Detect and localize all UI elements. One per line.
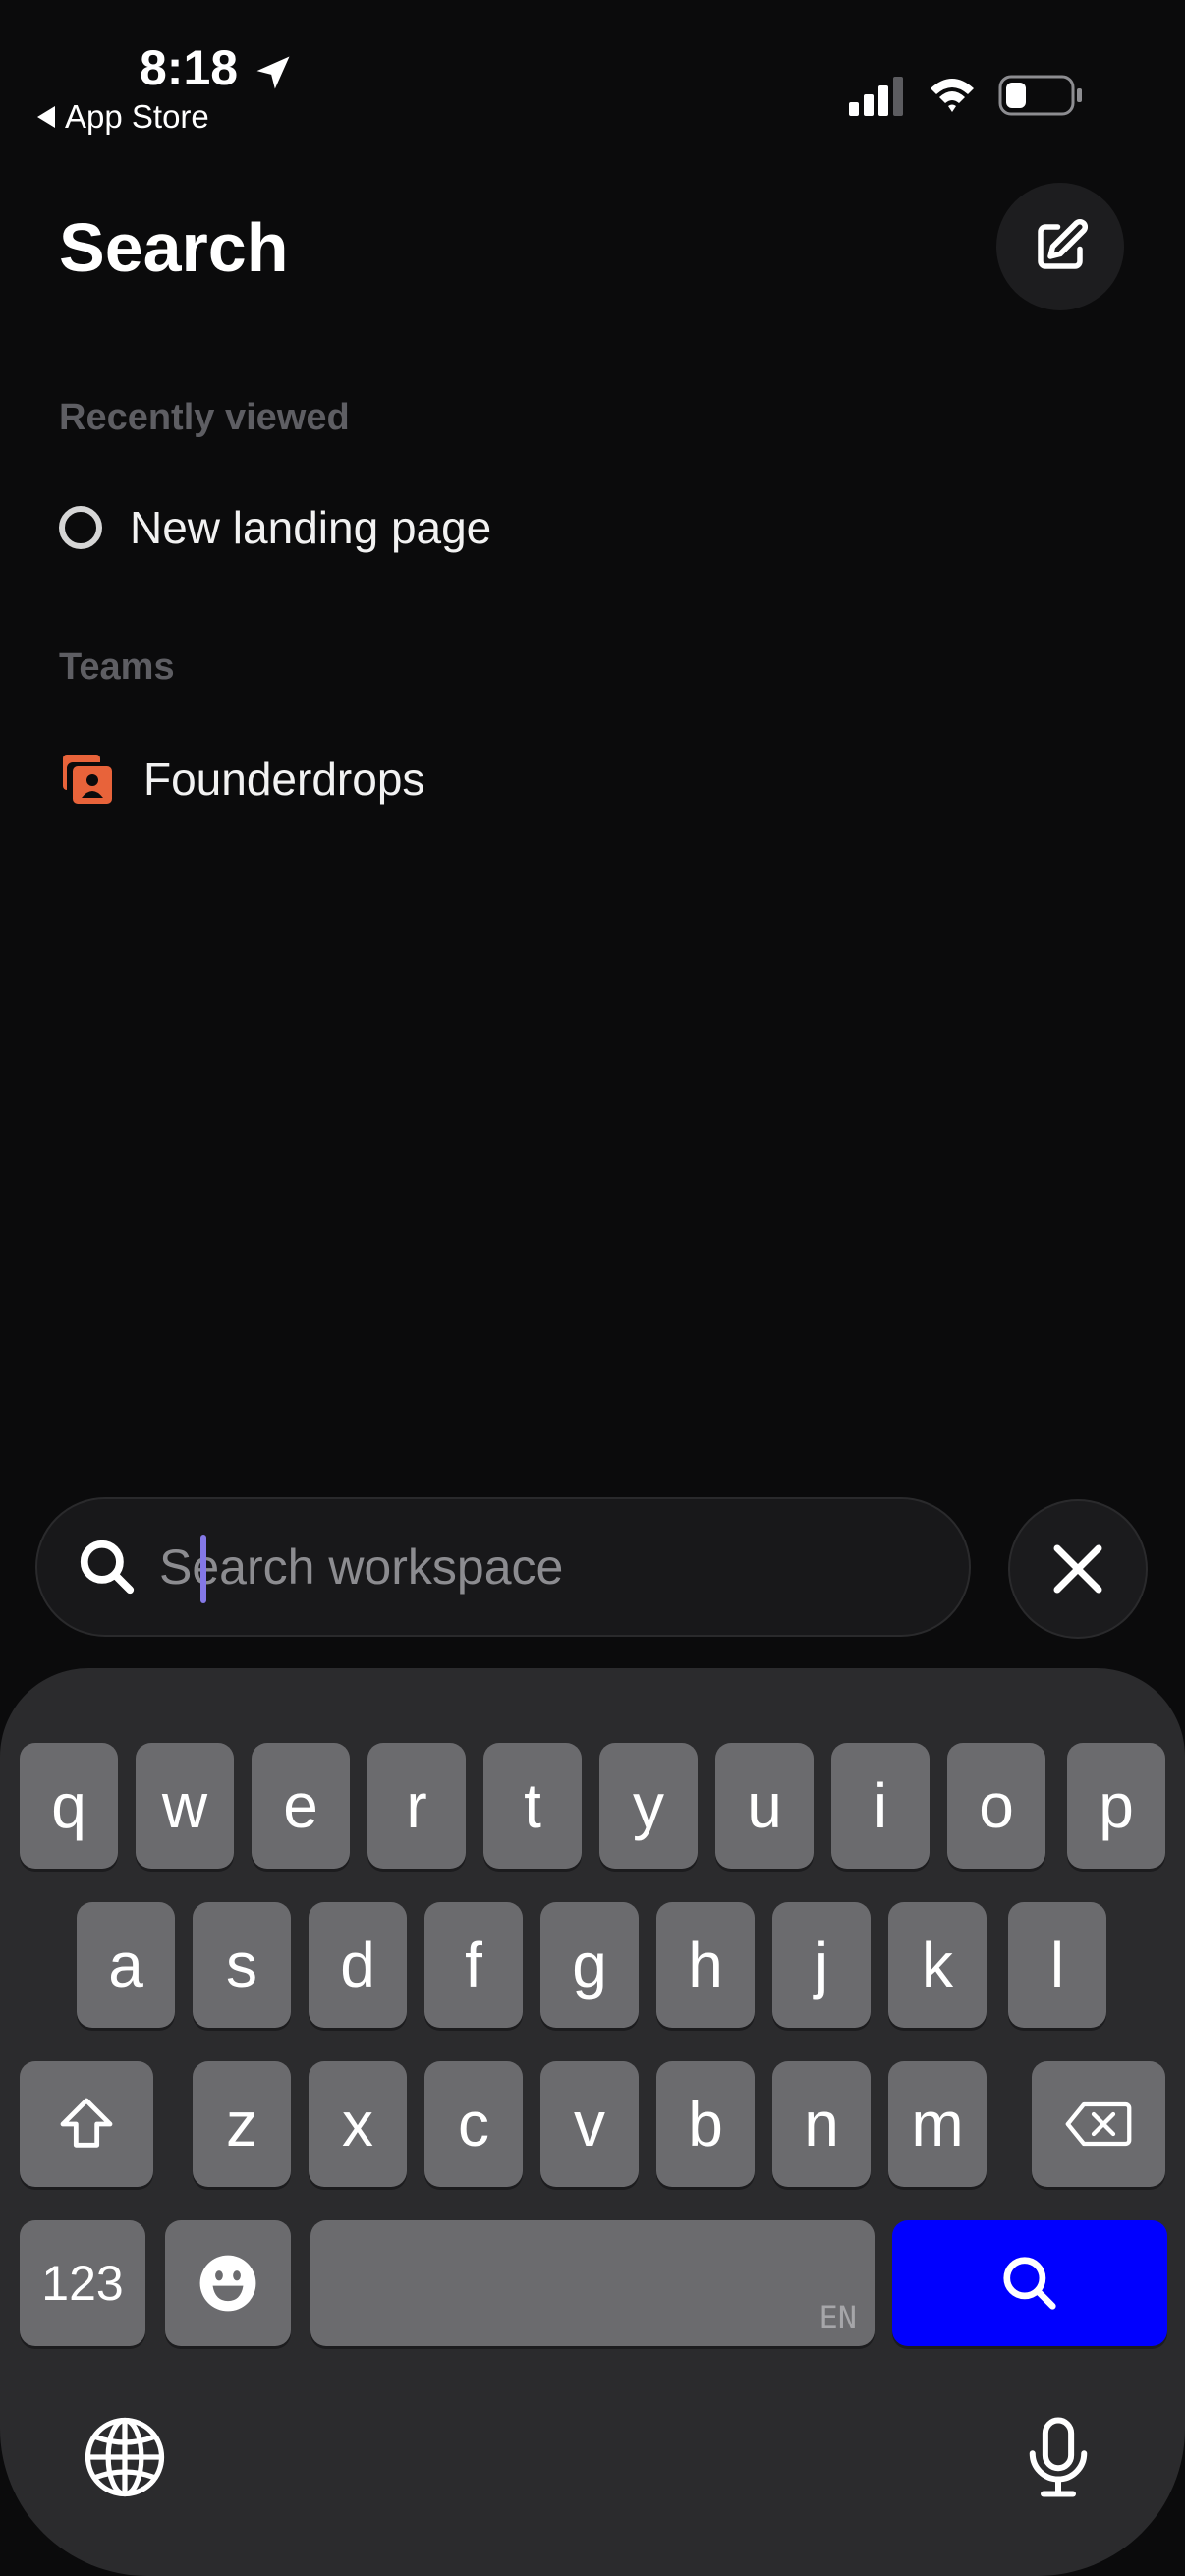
battery-icon	[998, 75, 1082, 116]
back-triangle-icon	[37, 106, 55, 128]
search-bar[interactable]	[35, 1497, 971, 1637]
space-language-label: EN	[818, 2299, 857, 2336]
key-n[interactable]: n	[772, 2061, 871, 2187]
back-app-label: App Store	[65, 98, 209, 135]
list-item-label: New landing page	[130, 502, 492, 553]
keyboard: q w e r t y u i o p a s d f g h j k l z …	[0, 1668, 1185, 2576]
key-b[interactable]: b	[656, 2061, 755, 2187]
location-arrow-icon	[256, 56, 290, 89]
page-title: Search	[59, 209, 289, 286]
team-item-founderdrops[interactable]: Founderdrops	[59, 745, 424, 813]
key-j[interactable]: j	[772, 1902, 871, 2028]
teams-label: Teams	[59, 646, 175, 688]
key-p[interactable]: p	[1067, 1743, 1165, 1869]
team-item-label: Founderdrops	[143, 754, 425, 805]
globe-icon[interactable]	[81, 2413, 169, 2501]
shift-key[interactable]	[20, 2061, 153, 2187]
key-f[interactable]: f	[424, 1902, 523, 2028]
key-q[interactable]: q	[20, 1743, 118, 1869]
key-u[interactable]: u	[715, 1743, 814, 1869]
key-x[interactable]: x	[309, 2061, 407, 2187]
key-m[interactable]: m	[888, 2061, 987, 2187]
team-icon	[63, 755, 112, 804]
emoji-icon	[199, 2255, 256, 2312]
numbers-key[interactable]: 123	[20, 2220, 145, 2346]
emoji-key[interactable]	[165, 2220, 291, 2346]
status-circle-icon	[59, 506, 102, 549]
key-g[interactable]: g	[540, 1902, 639, 2028]
key-y[interactable]: y	[599, 1743, 698, 1869]
key-a[interactable]: a	[77, 1902, 175, 2028]
close-icon	[1053, 1544, 1102, 1594]
delete-key[interactable]	[1032, 2061, 1165, 2187]
shift-icon	[60, 2098, 113, 2148]
key-z[interactable]: z	[193, 2061, 291, 2187]
key-h[interactable]: h	[656, 1902, 755, 2028]
key-k[interactable]: k	[888, 1902, 987, 2028]
key-l[interactable]: l	[1008, 1902, 1106, 2028]
status-time: 8:18	[140, 40, 239, 95]
key-w[interactable]: w	[136, 1743, 234, 1869]
close-search-button[interactable]	[1008, 1499, 1148, 1639]
key-e[interactable]: e	[252, 1743, 350, 1869]
back-to-app-store[interactable]: App Store	[37, 98, 209, 136]
microphone-icon[interactable]	[1014, 2413, 1102, 2501]
list-item-new-landing-page[interactable]: New landing page	[59, 493, 491, 562]
search-key-icon	[1003, 2257, 1056, 2310]
recently-viewed-label: Recently viewed	[59, 397, 350, 438]
cellular-signal-icon	[849, 77, 903, 116]
compose-button[interactable]	[996, 183, 1124, 310]
key-s[interactable]: s	[193, 1902, 291, 2028]
wifi-icon	[931, 79, 974, 112]
search-input[interactable]	[157, 1527, 969, 1607]
compose-icon	[1038, 218, 1089, 269]
key-v[interactable]: v	[540, 2061, 639, 2187]
key-t[interactable]: t	[483, 1743, 582, 1869]
key-c[interactable]: c	[424, 2061, 523, 2187]
key-d[interactable]: d	[309, 1902, 407, 2028]
keyboard-search-key[interactable]	[892, 2220, 1167, 2346]
text-caret	[200, 1535, 206, 1603]
search-icon	[80, 1540, 135, 1595]
key-o[interactable]: o	[947, 1743, 1045, 1869]
space-key[interactable]: EN	[310, 2220, 875, 2346]
key-r[interactable]: r	[367, 1743, 466, 1869]
delete-icon	[1065, 2101, 1132, 2147]
key-i[interactable]: i	[831, 1743, 930, 1869]
